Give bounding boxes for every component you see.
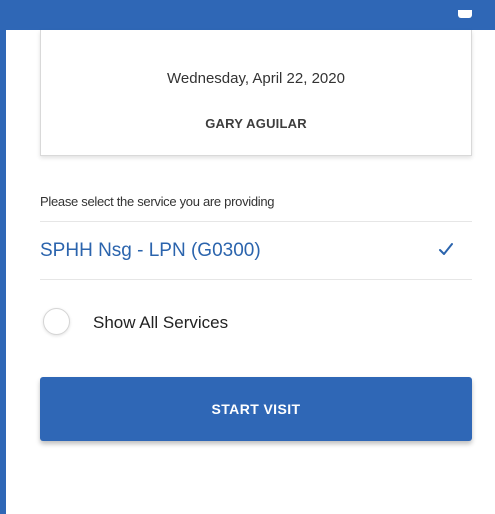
start-visit-button[interactable]: START VISIT	[40, 377, 472, 441]
show-all-services-label: Show All Services	[93, 313, 229, 332]
top-app-bar	[0, 0, 495, 30]
start-visit-label: START VISIT	[211, 401, 301, 417]
visit-info-card: Wednesday, April 22, 2020 GARY AGUILAR	[40, 30, 472, 156]
show-all-services-toggle[interactable]: Show All Services	[40, 305, 340, 341]
divider	[40, 279, 472, 280]
radio-button[interactable]	[43, 308, 70, 335]
service-label: SPHH Nsg - LPN (G0300)	[40, 240, 261, 261]
menu-icon[interactable]	[458, 10, 472, 18]
check-icon	[439, 243, 453, 255]
service-prompt: Please select the service you are provid…	[40, 194, 275, 209]
left-edge-bar	[0, 0, 6, 514]
selected-service-option[interactable]: SPHH Nsg - LPN (G0300)	[40, 222, 472, 279]
client-name: GARY AGUILAR	[205, 116, 307, 131]
visit-date: Wednesday, April 22, 2020	[167, 70, 345, 87]
